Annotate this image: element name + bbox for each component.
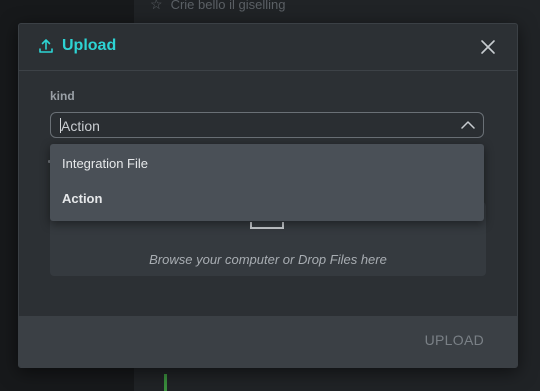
dropdown-option-integration-file[interactable]: Integration File <box>50 145 484 181</box>
background-row: ☆ Crie bello il giselling <box>150 0 540 12</box>
status-stripe <box>164 374 167 391</box>
dialog-header: Upload <box>19 24 517 71</box>
kind-select[interactable]: Action <box>50 112 484 138</box>
close-button[interactable] <box>477 36 499 58</box>
upload-button[interactable]: UPLOAD <box>425 332 484 348</box>
file-icon <box>250 222 284 229</box>
chevron-up-icon[interactable] <box>461 119 475 131</box>
kind-dropdown-menu: Integration File Action <box>50 144 484 221</box>
dialog-footer: UPLOAD <box>19 316 517 367</box>
star-icon: ☆ <box>150 0 163 12</box>
close-icon <box>481 40 495 54</box>
dropzone-text: Browse your computer or Drop Files here <box>149 252 387 267</box>
kind-label: kind <box>50 89 75 103</box>
kind-select-value: Action <box>61 118 100 134</box>
dialog-title: Upload <box>62 37 117 54</box>
dropdown-option-action[interactable]: Action <box>50 180 484 216</box>
background-row-text: Crie bello il giselling <box>170 0 286 12</box>
upload-icon <box>39 39 53 53</box>
